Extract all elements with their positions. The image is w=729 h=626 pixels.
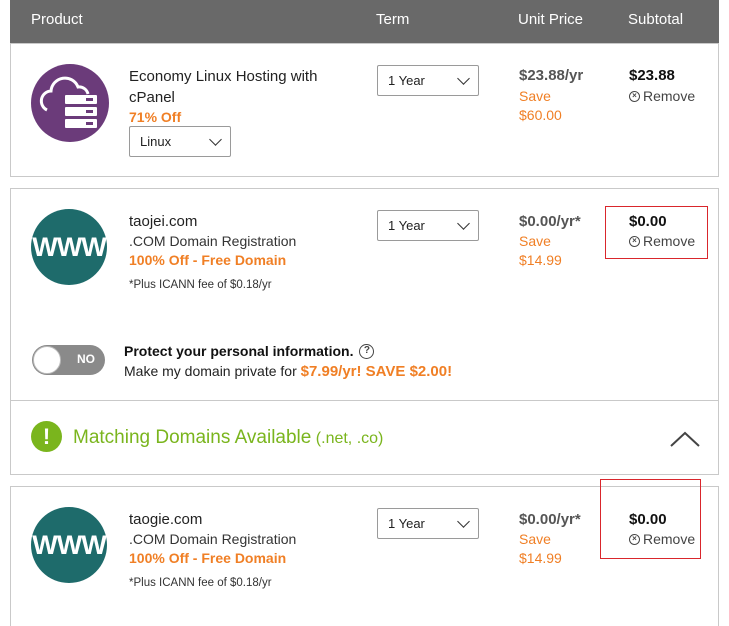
subtotal-value: $0.00 <box>629 511 667 528</box>
remove-label: Remove <box>643 531 696 547</box>
cart-item-domain: WWW taojei.com .COM Domain Registration … <box>10 188 719 475</box>
chevron-down-icon <box>209 132 222 146</box>
cart-header: Product Term Unit Price Subtotal <box>10 0 719 43</box>
save-amount: $14.99 <box>519 550 562 566</box>
chevron-down-icon <box>457 514 470 528</box>
icann-fee-note: *Plus ICANN fee of $0.18/yr <box>129 279 272 291</box>
cart-item-domain: WWW taogie.com .COM Domain Registration … <box>10 479 719 626</box>
unit-price: $0.00/yr* <box>519 213 581 230</box>
header-term: Term <box>376 11 410 28</box>
save-label: Save <box>519 531 551 547</box>
toggle-state: NO <box>77 352 95 366</box>
save-amount: $60.00 <box>519 107 562 123</box>
close-circle-icon: × <box>629 90 640 102</box>
discount-label: 71% Off <box>129 109 182 125</box>
term-select-value: 1 Year <box>388 218 425 233</box>
toggle-knob <box>33 346 61 374</box>
privacy-title: Protect your personal information. ? <box>124 343 375 359</box>
chevron-up-icon[interactable] <box>669 430 701 453</box>
unit-price: $0.00/yr* <box>519 511 581 528</box>
unit-price: $23.88/yr <box>519 67 584 84</box>
os-select[interactable]: Linux <box>129 126 231 157</box>
header-product: Product <box>31 11 83 28</box>
save-label: Save <box>519 88 551 104</box>
header-subtotal: Subtotal <box>628 11 684 28</box>
discount-label: 100% Off - Free Domain <box>129 252 287 268</box>
remove-label: Remove <box>643 233 696 249</box>
domain-name: taojei.com <box>129 213 198 230</box>
discount-label: 100% Off - Free Domain <box>129 550 287 566</box>
save-amount: $14.99 <box>519 252 562 268</box>
domain-type: .COM Domain Registration <box>129 233 297 249</box>
alert-icon: ! <box>31 421 62 452</box>
privacy-offer: $7.99/yr! SAVE $2.00! <box>300 363 453 380</box>
icann-fee-note: *Plus ICANN fee of $0.18/yr <box>129 577 272 589</box>
privacy-title-text: Protect your personal information. <box>124 343 354 359</box>
save-label: Save <box>519 233 551 249</box>
close-circle-icon: × <box>629 235 640 247</box>
chevron-down-icon <box>457 216 470 230</box>
cart-item-hosting: Economy Linux Hosting with cPanel 71% Of… <box>10 43 719 177</box>
matching-domains-title[interactable]: Matching Domains Available (.net, .co) <box>73 427 383 449</box>
os-select-value: Linux <box>140 134 172 149</box>
privacy-toggle[interactable]: NO <box>32 345 105 375</box>
privacy-desc-prefix: Make my domain private for <box>124 363 301 379</box>
divider <box>11 400 718 401</box>
remove-button[interactable]: × Remove <box>629 88 695 104</box>
remove-button[interactable]: × Remove <box>629 233 695 249</box>
domain-name: taogie.com <box>129 511 203 528</box>
term-select[interactable]: 1 Year <box>377 65 479 96</box>
term-select-value: 1 Year <box>388 516 425 531</box>
product-name: Economy Linux Hosting with cPanel <box>129 68 318 106</box>
help-icon[interactable]: ? <box>359 343 375 359</box>
matching-title-text: Matching Domains Available <box>73 427 312 448</box>
hosting-server-icon <box>31 64 109 142</box>
remove-button[interactable]: × Remove <box>629 531 695 547</box>
header-unit-price: Unit Price <box>518 11 584 28</box>
subtotal-value: $0.00 <box>629 213 667 230</box>
subtotal-value: $23.88 <box>629 67 675 84</box>
chevron-down-icon <box>457 71 470 85</box>
matching-suffix: (.net, .co) <box>311 430 384 447</box>
www-domain-icon: WWW <box>31 209 107 285</box>
close-circle-icon: × <box>629 533 640 545</box>
remove-label: Remove <box>643 88 696 104</box>
term-select[interactable]: 1 Year <box>377 508 479 539</box>
privacy-desc: Make my domain private for $7.99/yr! SAV… <box>124 363 452 380</box>
term-select[interactable]: 1 Year <box>377 210 479 241</box>
www-domain-icon: WWW <box>31 507 107 583</box>
term-select-value: 1 Year <box>388 73 425 88</box>
domain-type: .COM Domain Registration <box>129 531 297 547</box>
